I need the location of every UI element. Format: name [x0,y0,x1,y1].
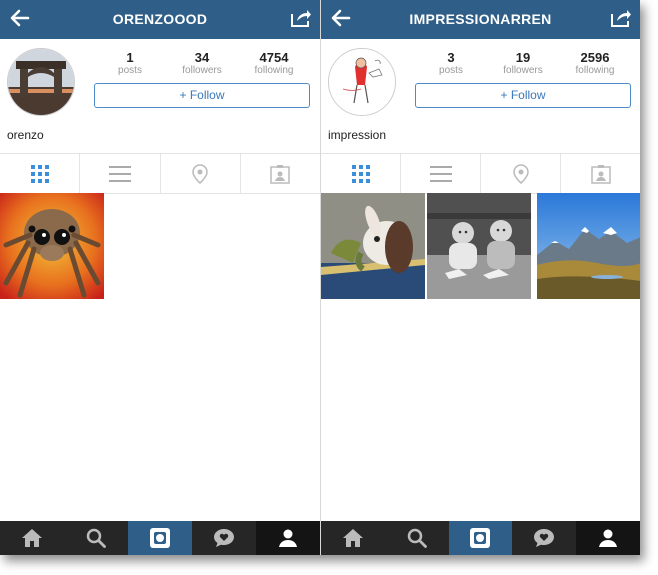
tab-search[interactable] [64,521,128,555]
page-title: IMPRESSIONARREN [409,11,552,27]
tab-profile[interactable] [576,521,640,555]
posts-stat[interactable]: 1 posts [94,51,166,77]
following-stat[interactable]: 4754 following [238,51,310,77]
followers-label: followers [182,65,222,76]
photo-twin-babies[interactable] [427,193,531,299]
username: impression [328,128,387,142]
follow-button[interactable]: + Follow [415,83,631,108]
follow-button[interactable]: + Follow [94,83,310,108]
photo-mountains[interactable] [537,193,640,299]
home-icon [342,529,363,547]
tab-location[interactable] [161,154,241,193]
share-icon[interactable] [610,8,632,28]
camera-icon [150,528,170,548]
tab-tagged[interactable] [241,154,320,193]
tagged-photos-icon [270,164,291,184]
activity-icon [534,529,555,547]
posts-count: 1 [126,50,134,65]
tab-activity[interactable] [192,521,256,555]
tab-grid[interactable] [0,154,81,193]
avatar[interactable] [328,48,396,116]
tab-profile[interactable] [256,521,320,555]
followers-count: 19 [515,50,531,65]
search-icon [407,528,427,548]
photo-jumping-spider[interactable] [0,193,104,299]
profile-tabs [321,153,640,194]
tab-location[interactable] [481,154,561,193]
tab-home[interactable] [0,521,64,555]
followers-count: 34 [194,50,210,65]
posts-stat[interactable]: 3 posts [415,51,487,77]
bottom-tab-bar [0,521,320,555]
avatar[interactable] [7,48,75,116]
bottom-tab-bar [321,521,640,555]
tab-tagged[interactable] [561,154,640,193]
tab-home[interactable] [321,521,385,555]
photo-grid [0,193,320,301]
nav-header: IMPRESSIONARREN [321,0,640,39]
search-icon [86,528,106,548]
location-pin-icon [192,163,208,184]
right-profile-screen: IMPRESSIONARREN 3 posts 19 followers 2596 f… [321,0,640,555]
tab-camera[interactable] [128,521,192,555]
followers-label: followers [503,65,543,76]
followers-stat[interactable]: 19 followers [487,51,559,77]
location-pin-icon [512,163,529,184]
profile-icon [279,529,297,547]
following-label: following [254,65,294,76]
page-title: ORENZOOOD [112,11,208,27]
posts-label: posts [439,65,463,76]
profile-tabs [0,153,320,194]
profile-stats: 1 posts 34 followers 4754 following [94,51,310,77]
share-icon[interactable] [290,8,312,28]
activity-icon [214,529,234,547]
posts-label: posts [118,65,142,76]
tab-list[interactable] [401,154,481,193]
profile-summary: 1 posts 34 followers 4754 following + Follo… [0,39,320,152]
grid-icon [351,164,370,183]
list-icon [108,165,131,182]
list-icon [429,165,452,182]
tagged-photos-icon [590,164,611,184]
profile-icon [599,529,618,547]
left-profile-screen: ORENZOOOD 1 posts 34 followers 4754 followi… [0,0,320,555]
tab-search[interactable] [385,521,449,555]
posts-count: 3 [447,50,455,65]
following-count: 4754 [259,50,289,65]
profile-stats: 3 posts 19 followers 2596 following [415,51,631,77]
following-stat[interactable]: 2596 following [559,51,631,77]
following-count: 2596 [580,50,610,65]
photo-rabbit[interactable] [321,193,425,299]
photo-grid [321,193,640,301]
profile-summary: 3 posts 19 followers 2596 following + Follo… [321,39,640,152]
tab-grid[interactable] [321,154,401,193]
tab-activity[interactable] [512,521,576,555]
camera-icon [470,528,491,548]
grid-icon [30,164,49,183]
comparison-frame: ORENZOOOD 1 posts 34 followers 4754 followi… [0,0,640,555]
username: orenzo [7,128,44,142]
tab-camera[interactable] [448,521,513,555]
followers-stat[interactable]: 34 followers [166,51,238,77]
nav-header: ORENZOOOD [0,0,320,39]
tab-list[interactable] [80,154,161,193]
home-icon [22,529,42,547]
following-label: following [575,65,615,76]
